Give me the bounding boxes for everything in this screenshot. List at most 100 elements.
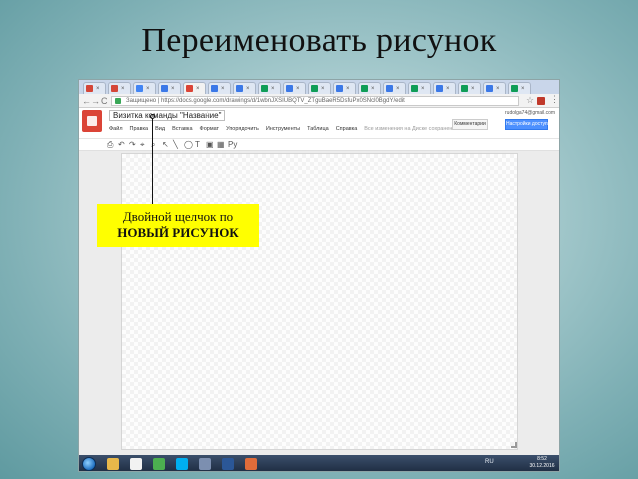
close-tab-icon[interactable]: × (471, 86, 475, 92)
close-tab-icon[interactable]: × (446, 86, 450, 92)
start-button-icon[interactable] (82, 457, 96, 471)
browser-tab[interactable]: × (83, 82, 106, 94)
windows-taskbar: RU 8:52 30.12.2016 (79, 455, 559, 471)
share-button[interactable]: Настройки доступа (505, 119, 550, 130)
menu-item[interactable]: Упорядочить (226, 124, 259, 134)
close-tab-icon[interactable]: × (371, 86, 375, 92)
save-icon[interactable] (199, 458, 211, 470)
menu-item[interactable]: Инструменты (266, 124, 300, 134)
browser-tab[interactable]: × (283, 82, 306, 94)
comments-button[interactable]: Комментарии (452, 119, 488, 130)
explorer-icon[interactable] (107, 458, 119, 470)
lock-icon (115, 98, 121, 104)
browser-tab[interactable]: × (258, 82, 281, 94)
close-tab-icon[interactable]: × (421, 86, 425, 92)
toolbar-button[interactable]: ↖ (162, 140, 169, 150)
browser-tab[interactable]: × (458, 82, 481, 94)
menu-item[interactable]: Формат (200, 124, 220, 134)
browser-tab[interactable]: × (308, 82, 331, 94)
browser-tab[interactable]: × (358, 82, 381, 94)
chrome-icon[interactable] (153, 458, 165, 470)
browser-tab[interactable]: × (133, 82, 156, 94)
browser-tab[interactable]: × (383, 82, 406, 94)
close-tab-icon[interactable]: × (271, 86, 275, 92)
toolbar-button[interactable]: ◯ (184, 140, 193, 150)
menu-item[interactable]: Таблица (307, 124, 329, 134)
toolbar-button[interactable]: ▣ (206, 140, 214, 150)
url-field[interactable]: Защищено | https://docs.google.com/drawi… (111, 96, 519, 106)
browser-tab[interactable]: × (483, 82, 506, 94)
browser-tab[interactable]: × (183, 82, 206, 94)
browser-tab[interactable]: × (233, 82, 256, 94)
url-text: https://docs.google.com/drawings/d/1wbnJ… (161, 98, 405, 104)
drive-icon (136, 85, 143, 92)
close-tab-icon[interactable]: × (246, 86, 250, 92)
close-tab-icon[interactable]: × (346, 86, 350, 92)
extension-icon[interactable] (537, 97, 545, 105)
gmail-icon (111, 85, 118, 92)
browser-tab[interactable]: × (433, 82, 456, 94)
doc-icon (286, 85, 293, 92)
clock[interactable]: 8:52 30.12.2016 (525, 456, 559, 470)
browser-tab[interactable]: × (158, 82, 181, 94)
close-tab-icon[interactable]: × (396, 86, 400, 92)
menu-item[interactable]: Файл (109, 124, 123, 134)
toolbar-button[interactable]: ╲ (173, 140, 178, 150)
doc-icon (336, 85, 343, 92)
toolbar-button[interactable]: ↷ (129, 140, 136, 150)
callout-line (152, 118, 153, 204)
close-tab-icon[interactable]: × (171, 86, 175, 92)
browser-tab[interactable]: × (333, 82, 356, 94)
drawings-logo-icon[interactable] (82, 110, 102, 132)
close-tab-icon[interactable]: × (121, 86, 125, 92)
bookmark-star-icon[interactable]: ☆ (526, 95, 534, 106)
skype-icon[interactable] (176, 458, 188, 470)
forward-icon[interactable]: → (91, 95, 100, 107)
menu-item[interactable]: Правка (130, 124, 149, 134)
browser-tab[interactable]: × (108, 82, 131, 94)
doc-icon (161, 85, 168, 92)
close-tab-icon[interactable]: × (221, 86, 225, 92)
menu-item[interactable]: Вид (155, 124, 165, 134)
secure-label: Защищено (126, 98, 157, 104)
reload-icon[interactable]: C (101, 95, 108, 107)
word-icon[interactable] (222, 458, 234, 470)
user-email[interactable]: rudolga74@gmail.com (505, 110, 555, 116)
close-tab-icon[interactable]: × (321, 86, 325, 92)
browser-tab[interactable]: × (408, 82, 431, 94)
sheet-icon (311, 85, 318, 92)
star-icon[interactable]: ☆ (204, 110, 211, 119)
close-tab-icon[interactable]: × (146, 86, 150, 92)
drawing-canvas[interactable] (121, 153, 518, 450)
save-status[interactable]: Все изменения на Диске сохранены (364, 124, 456, 134)
close-tab-icon[interactable]: × (496, 86, 500, 92)
browser-tab[interactable]: × (508, 82, 531, 94)
browser-menu-icon[interactable]: ⋮ (550, 94, 559, 105)
menu-bar: Файл Правка Вид Вставка Формат Упорядочить Инс… (109, 124, 456, 134)
paint-icon[interactable] (245, 458, 257, 470)
menu-item[interactable]: Вставка (172, 124, 192, 134)
close-tab-icon[interactable]: × (96, 86, 100, 92)
gmail-icon (86, 85, 93, 92)
toolbar-button[interactable]: Ру (228, 140, 237, 150)
toolbar-button[interactable]: ⌖ (140, 140, 145, 150)
language-indicator[interactable]: RU (485, 459, 494, 465)
close-tab-icon[interactable]: × (521, 86, 525, 92)
callout-box: Двойной щелчок по НОВЫЙ РИСУНОК (97, 204, 259, 247)
toolbar-button[interactable]: ↶ (118, 140, 125, 150)
toolbar-button[interactable]: ⎙ (107, 140, 113, 150)
menu-item[interactable]: Справка (336, 124, 358, 134)
resize-grip-icon[interactable] (511, 442, 517, 448)
back-icon[interactable]: ← (82, 95, 91, 107)
close-tab-icon[interactable]: × (296, 86, 300, 92)
close-tab-icon[interactable]: × (196, 86, 200, 92)
slide-title: Переименовать рисунок (141, 22, 497, 59)
drawing-icon (186, 85, 193, 92)
media-icon[interactable] (130, 458, 142, 470)
clock-date: 30.12.2016 (529, 463, 555, 469)
sheet-icon (261, 85, 268, 92)
toolbar-button[interactable]: T (195, 140, 200, 150)
toolbar-button[interactable]: ▦ (217, 140, 225, 150)
doc-icon (386, 85, 393, 92)
browser-tab[interactable]: × (208, 82, 231, 94)
